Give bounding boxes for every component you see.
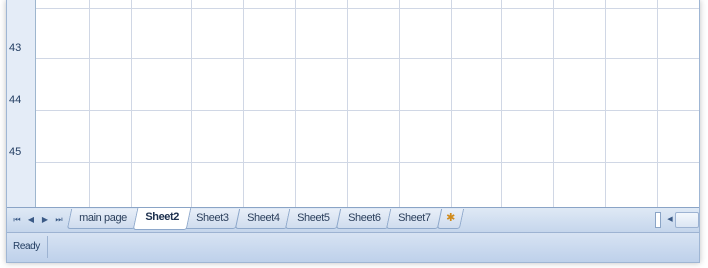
tab-sheet2[interactable]: Sheet2 (132, 208, 191, 230)
tab-sheet4[interactable]: Sheet4 (234, 209, 292, 229)
column-gridline (605, 0, 606, 207)
first-sheet-icon[interactable]: ⏮ (11, 213, 23, 227)
row-header-45[interactable]: 45 (7, 146, 35, 158)
tab-sheet5[interactable]: Sheet5 (285, 209, 343, 229)
row-header-44[interactable]: 44 (7, 94, 35, 106)
tab-main-page[interactable]: main page (66, 209, 139, 229)
tab-label: main page (79, 212, 127, 224)
tab-sheet6[interactable]: Sheet6 (335, 209, 393, 229)
row-header-43[interactable]: 43 (7, 42, 35, 54)
tab-label: Sheet6 (347, 212, 381, 224)
row-gridline (7, 110, 699, 111)
prev-sheet-icon[interactable]: ◀ (25, 213, 37, 227)
column-gridline (243, 0, 244, 207)
column-gridline (501, 0, 502, 207)
column-gridline (89, 0, 90, 207)
insert-worksheet-icon: ✱ (445, 212, 455, 224)
column-gridline (451, 0, 452, 207)
excel-window: 43 44 45 ⏮ ◀ ▶ ⏭ main page Sheet2 Sheet3… (6, 0, 700, 263)
sheet-tab-bar: ⏮ ◀ ▶ ⏭ main page Sheet2 Sheet3 Sheet4 S… (7, 207, 699, 232)
tab-label: Sheet5 (297, 212, 330, 224)
status-text: Ready (13, 241, 40, 252)
tab-split-handle[interactable] (655, 212, 661, 228)
column-gridline (553, 0, 554, 207)
row-gridline (7, 162, 699, 163)
column-gridline (399, 0, 400, 207)
tab-sheet3[interactable]: Sheet3 (184, 209, 242, 229)
status-divider (47, 236, 48, 258)
tab-label: Sheet7 (398, 212, 431, 224)
insert-worksheet-button[interactable]: ✱ (436, 209, 464, 229)
next-sheet-icon[interactable]: ▶ (39, 213, 51, 227)
row-header-column: 43 44 45 (7, 0, 36, 207)
tab-label: Sheet3 (196, 212, 230, 224)
tab-label: Sheet4 (247, 212, 280, 224)
sheet-navigation: ⏮ ◀ ▶ ⏭ (11, 212, 65, 228)
column-gridline (191, 0, 192, 207)
column-gridline (347, 0, 348, 207)
tab-label: Sheet2 (145, 211, 179, 223)
horizontal-scrollbar[interactable]: ◀ (655, 212, 699, 228)
scroll-track[interactable] (675, 212, 699, 228)
scroll-left-icon[interactable]: ◀ (665, 213, 675, 227)
last-sheet-icon[interactable]: ⏭ (53, 213, 65, 227)
sheet-tabs: main page Sheet2 Sheet3 Sheet4 Sheet5 Sh… (66, 208, 464, 232)
tab-sheet7[interactable]: Sheet7 (386, 209, 443, 229)
row-gridline (7, 58, 699, 59)
status-bar: Ready (7, 232, 699, 262)
column-gridline (295, 0, 296, 207)
column-gridline (131, 0, 132, 207)
row-gridline (7, 8, 699, 9)
worksheet-grid[interactable]: 43 44 45 (7, 0, 699, 207)
column-gridline (657, 0, 658, 207)
